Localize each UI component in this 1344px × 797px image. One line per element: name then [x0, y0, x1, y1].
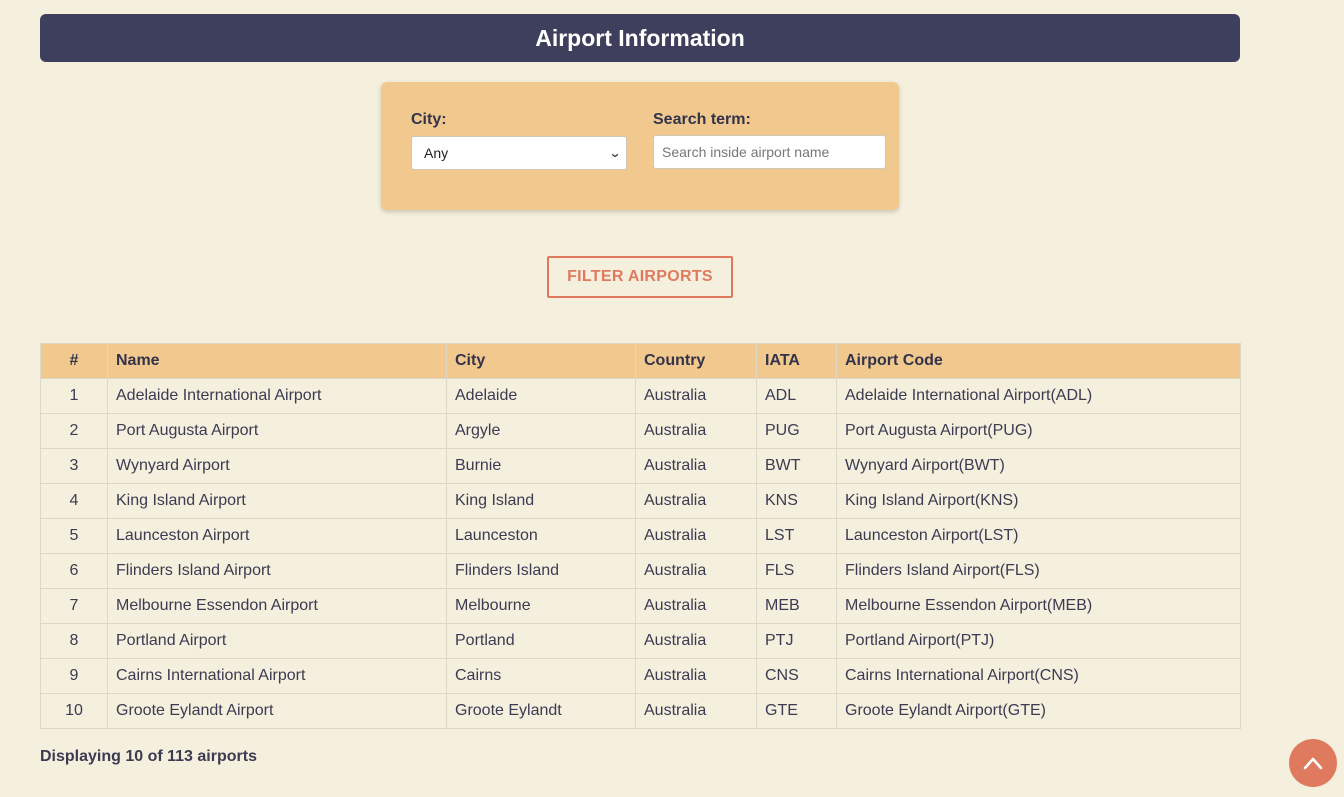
cell-name: Melbourne Essendon Airport [107, 588, 447, 624]
cell-iata: FLS [756, 553, 837, 589]
table-row: 8 Portland Airport Portland Australia PT… [40, 623, 1241, 659]
cell-iata: KNS [756, 483, 837, 519]
cell-airport-code: Launceston Airport(LST) [836, 518, 1241, 554]
cell-number: 6 [40, 553, 108, 589]
table-row: 6 Flinders Island Airport Flinders Islan… [40, 553, 1241, 589]
cell-airport-code: Groote Eylandt Airport(GTE) [836, 693, 1241, 729]
cell-number: 10 [40, 693, 108, 729]
cell-number: 8 [40, 623, 108, 659]
column-header-country: Country [635, 343, 757, 379]
page: Airport Information City: Any ⌄ Search t… [0, 0, 1344, 797]
table-row: 9 Cairns International Airport Cairns Au… [40, 658, 1241, 694]
filter-airports-button[interactable]: FILTER AIRPORTS [547, 256, 733, 298]
cell-number: 3 [40, 448, 108, 484]
chevron-up-icon [1303, 757, 1323, 770]
search-input[interactable] [653, 135, 886, 169]
cell-name: Port Augusta Airport [107, 413, 447, 449]
cell-name: Launceston Airport [107, 518, 447, 554]
cell-city: Adelaide [446, 378, 636, 414]
table-row: 3 Wynyard Airport Burnie Australia BWT W… [40, 448, 1241, 484]
cell-airport-code: Port Augusta Airport(PUG) [836, 413, 1241, 449]
column-header-airport-code: Airport Code [836, 343, 1241, 379]
cell-iata: PTJ [756, 623, 837, 659]
cell-name: King Island Airport [107, 483, 447, 519]
cell-iata: LST [756, 518, 837, 554]
table-row: 2 Port Augusta Airport Argyle Australia … [40, 413, 1241, 449]
city-select[interactable]: Any ⌄ [411, 136, 627, 170]
cell-country: Australia [635, 518, 757, 554]
cell-city: Melbourne [446, 588, 636, 624]
column-header-city: City [446, 343, 636, 379]
cell-country: Australia [635, 588, 757, 624]
cell-name: Adelaide International Airport [107, 378, 447, 414]
cell-name: Flinders Island Airport [107, 553, 447, 589]
table-row: 4 King Island Airport King Island Austra… [40, 483, 1241, 519]
filter-panel: City: Any ⌄ Search term: [381, 82, 899, 210]
cell-airport-code: Cairns International Airport(CNS) [836, 658, 1241, 694]
cell-iata: CNS [756, 658, 837, 694]
cell-city: Argyle [446, 413, 636, 449]
cell-country: Australia [635, 378, 757, 414]
cell-iata: PUG [756, 413, 837, 449]
cell-name: Portland Airport [107, 623, 447, 659]
table-row: 10 Groote Eylandt Airport Groote Eylandt… [40, 693, 1241, 729]
cell-number: 9 [40, 658, 108, 694]
table-header-row: # Name City Country IATA Airport Code [40, 343, 1241, 379]
cell-city: Cairns [446, 658, 636, 694]
cell-airport-code: Melbourne Essendon Airport(MEB) [836, 588, 1241, 624]
cell-iata: MEB [756, 588, 837, 624]
table-row: 7 Melbourne Essendon Airport Melbourne A… [40, 588, 1241, 624]
search-label: Search term: [653, 111, 751, 128]
cell-country: Australia [635, 658, 757, 694]
column-header-number: # [40, 343, 108, 379]
city-select-value: Any [424, 145, 449, 161]
scroll-to-top-button[interactable] [1289, 739, 1337, 787]
cell-iata: ADL [756, 378, 837, 414]
cell-name: Wynyard Airport [107, 448, 447, 484]
cell-airport-code: Wynyard Airport(BWT) [836, 448, 1241, 484]
cell-country: Australia [635, 448, 757, 484]
cell-city: King Island [446, 483, 636, 519]
cell-country: Australia [635, 693, 757, 729]
airports-table: # Name City Country IATA Airport Code 1 … [40, 343, 1241, 729]
table-row: 5 Launceston Airport Launceston Australi… [40, 518, 1241, 554]
cell-iata: BWT [756, 448, 837, 484]
cell-iata: GTE [756, 693, 837, 729]
cell-city: Portland [446, 623, 636, 659]
cell-number: 7 [40, 588, 108, 624]
page-header: Airport Information [40, 14, 1240, 62]
cell-number: 1 [40, 378, 108, 414]
cell-city: Groote Eylandt [446, 693, 636, 729]
cell-airport-code: Adelaide International Airport(ADL) [836, 378, 1241, 414]
airports-table-container: # Name City Country IATA Airport Code 1 … [40, 343, 1241, 729]
page-title: Airport Information [535, 24, 745, 51]
city-label: City: [411, 111, 447, 128]
cell-airport-code: Portland Airport(PTJ) [836, 623, 1241, 659]
cell-city: Flinders Island [446, 553, 636, 589]
cell-country: Australia [635, 553, 757, 589]
cell-airport-code: King Island Airport(KNS) [836, 483, 1241, 519]
cell-number: 5 [40, 518, 108, 554]
column-header-iata: IATA [756, 343, 837, 379]
cell-country: Australia [635, 413, 757, 449]
cell-name: Cairns International Airport [107, 658, 447, 694]
cell-country: Australia [635, 623, 757, 659]
cell-number: 4 [40, 483, 108, 519]
cell-city: Launceston [446, 518, 636, 554]
cell-number: 2 [40, 413, 108, 449]
column-header-name: Name [107, 343, 447, 379]
cell-name: Groote Eylandt Airport [107, 693, 447, 729]
results-summary: Displaying 10 of 113 airports [40, 748, 257, 765]
table-row: 1 Adelaide International Airport Adelaid… [40, 378, 1241, 414]
cell-country: Australia [635, 483, 757, 519]
chevron-down-icon: ⌄ [608, 146, 622, 160]
cell-airport-code: Flinders Island Airport(FLS) [836, 553, 1241, 589]
cell-city: Burnie [446, 448, 636, 484]
